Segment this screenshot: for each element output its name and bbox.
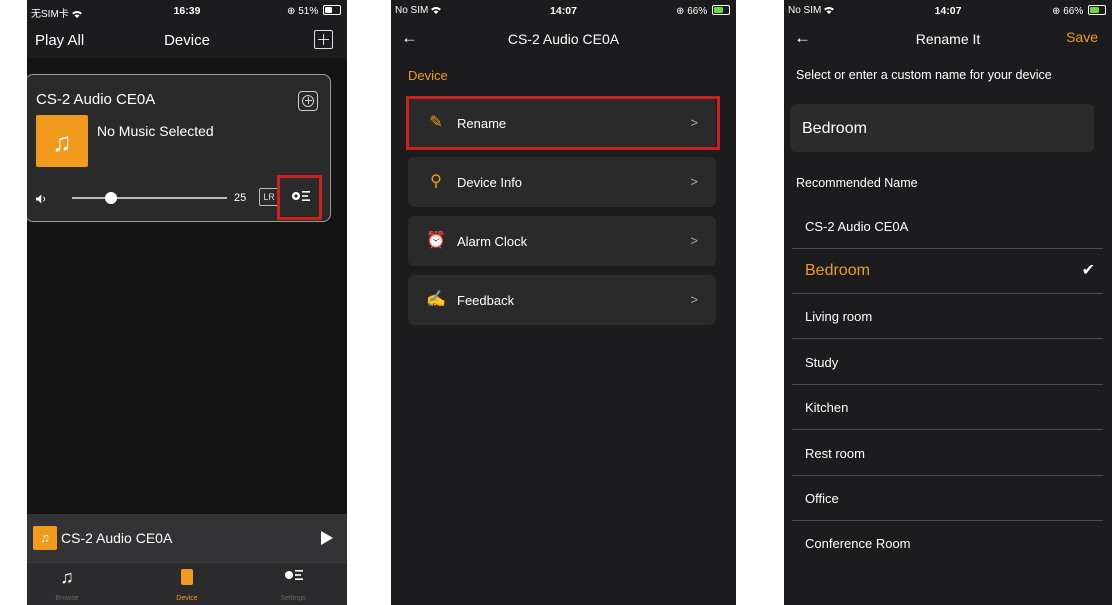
mini-album-art: ♫	[33, 526, 57, 550]
highlight-box	[406, 96, 720, 150]
status-battery: ⊕ 51%	[287, 5, 341, 17]
tab-label: Device	[176, 595, 198, 602]
tab-label: Browse	[55, 595, 79, 602]
battery-icon	[323, 5, 341, 15]
settings-sliders-icon	[253, 567, 333, 589]
speaker-icon	[147, 567, 227, 589]
menu-item-label: Alarm Clock	[457, 234, 528, 249]
feedback-icon: ✍	[426, 291, 446, 308]
device-screen: 无SIM卡 16:39 ⊕ 51% Play All Device CS-2 A…	[27, 0, 347, 605]
status-battery: ⊕ 66%	[676, 5, 730, 17]
person-icon: ⚲	[430, 173, 442, 190]
device-menu-screen: No SIM 14:07 ⊕ 66% ← CS-2 Audio CE0A Dev…	[391, 0, 736, 605]
device-name: CS-2 Audio CE0A	[36, 91, 156, 108]
volume-slider-track[interactable]	[72, 197, 227, 199]
chevron-right-icon: >	[690, 292, 698, 307]
name-option[interactable]: Rest room	[792, 430, 1103, 476]
name-option[interactable]: Conference Room	[792, 520, 1103, 565]
name-option[interactable]: Kitchen	[792, 384, 1103, 430]
status-bar: No SIM 14:07 ⊕ 66%	[391, 0, 736, 22]
chevron-right-icon: >	[690, 233, 698, 248]
play-icon[interactable]	[321, 531, 333, 545]
page-title: CS-2 Audio CE0A	[507, 31, 620, 47]
volume-value: 25	[234, 192, 247, 204]
tab-device[interactable]: Device	[147, 567, 227, 602]
tab-label: Settings	[280, 595, 306, 602]
device-card[interactable]: CS-2 Audio CE0A ♫ No Music Selected 25 L…	[27, 74, 331, 222]
battery-icon	[712, 5, 730, 15]
album-art: ♫	[36, 115, 88, 167]
recommended-header: Recommended Name	[796, 176, 918, 190]
add-group-icon[interactable]	[298, 91, 318, 111]
status-battery: ⊕ 66%	[1052, 5, 1106, 17]
chevron-right-icon: >	[690, 174, 698, 189]
name-option-label: Bedroom	[805, 262, 870, 279]
section-header: Device	[408, 68, 448, 83]
page-title: Device	[164, 32, 210, 49]
name-option-label: Kitchen	[805, 400, 849, 415]
volume-slider-thumb[interactable]	[104, 192, 117, 204]
tab-bar: ♫ Browse Device Settings	[27, 562, 347, 605]
track-title: No Music Selected	[97, 123, 214, 139]
menu-item-feedback[interactable]: ✍ Feedback >	[408, 275, 716, 325]
tab-browse[interactable]: ♫ Browse	[27, 567, 107, 602]
music-note-icon: ♫	[52, 127, 72, 157]
name-option[interactable]: Living room	[792, 293, 1103, 339]
name-option-selected[interactable]: Bedroom ✔	[792, 248, 1103, 294]
music-note-icon: ♫	[60, 567, 74, 587]
page-title: Rename It	[915, 31, 981, 47]
name-option-label: Study	[805, 355, 839, 370]
name-option-label: Conference Room	[805, 536, 911, 551]
save-button[interactable]: Save	[1066, 29, 1098, 45]
device-name-value: Bedroom	[802, 120, 867, 137]
mini-player-title: CS-2 Audio CE0A	[61, 530, 173, 546]
stereo-lr-button[interactable]: LR	[259, 188, 279, 206]
battery-icon	[1088, 5, 1106, 15]
nav-bar: ← Rename It Save	[784, 22, 1112, 56]
menu-item-alarm-clock[interactable]: ⏰ Alarm Clock >	[408, 216, 716, 266]
menu-item-label: Feedback	[457, 293, 515, 308]
device-list: CS-2 Audio CE0A ♫ No Music Selected 25 L…	[27, 58, 347, 514]
status-bar: No SIM 14:07 ⊕ 66%	[784, 0, 1112, 22]
rename-screen: No SIM 14:07 ⊕ 66% ← Rename It Save Sele…	[784, 0, 1112, 605]
volume-icon	[36, 194, 46, 204]
header: Play All Device	[27, 22, 347, 58]
menu-item-device-info[interactable]: ⚲ Device Info >	[408, 157, 716, 207]
name-option[interactable]: Study	[792, 339, 1103, 385]
name-option-label: CS-2 Audio CE0A	[805, 219, 909, 234]
checkmark-icon: ✔	[1081, 262, 1095, 279]
add-device-icon[interactable]	[314, 30, 333, 49]
instruction-text: Select or enter a custom name for your d…	[796, 68, 1052, 82]
name-option[interactable]: Office	[792, 475, 1103, 521]
name-option-label: Living room	[805, 309, 873, 324]
name-option-label: Rest room	[805, 446, 865, 461]
alarm-clock-icon: ⏰	[426, 232, 446, 249]
mini-player[interactable]: ♫ CS-2 Audio CE0A	[27, 514, 347, 562]
name-option[interactable]: CS-2 Audio CE0A	[792, 203, 1103, 249]
name-option-label: Office	[805, 491, 839, 506]
nav-bar: ← CS-2 Audio CE0A	[391, 22, 736, 56]
status-bar: 无SIM卡 16:39 ⊕ 51%	[27, 0, 347, 22]
device-name-input[interactable]: Bedroom	[790, 104, 1094, 152]
highlight-box	[277, 175, 322, 220]
tab-settings[interactable]: Settings	[253, 567, 333, 602]
menu-item-label: Device Info	[457, 175, 523, 190]
